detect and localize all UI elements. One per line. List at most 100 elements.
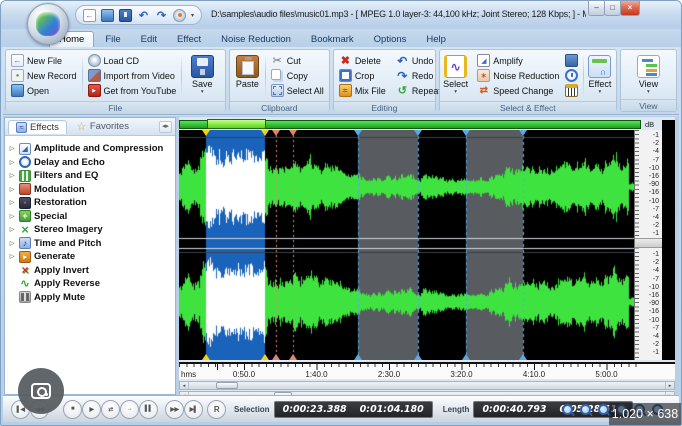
record-button[interactable]: R xyxy=(207,400,226,419)
marker-handle-icon[interactable] xyxy=(272,354,280,360)
zoom-selection-icon[interactable] xyxy=(598,404,609,415)
maximize-button[interactable]: □ xyxy=(604,1,621,16)
tree-item-modulation[interactable]: ▷Modulation xyxy=(8,183,174,197)
application-menu-button[interactable] xyxy=(27,3,69,45)
tab-noise-reduction[interactable]: Noise Reduction xyxy=(212,32,300,47)
close-button[interactable]: × xyxy=(620,1,640,16)
pause-button[interactable]: ▌▌ xyxy=(139,400,158,419)
tree-item-amplitude[interactable]: ▷Amplitude and Compression xyxy=(8,142,174,156)
marker-handle-icon[interactable] xyxy=(289,130,297,136)
crop-button[interactable]: Crop xyxy=(337,68,388,83)
region-edge-handle-icon[interactable] xyxy=(462,130,470,136)
play-button[interactable]: ▶ xyxy=(82,400,101,419)
qat-redo-icon[interactable] xyxy=(155,9,168,22)
qat-open-icon[interactable] xyxy=(101,9,114,22)
selection-start-handle-icon[interactable] xyxy=(202,354,210,360)
tab-options[interactable]: Options xyxy=(365,32,416,47)
selection-start-handle-icon[interactable] xyxy=(202,130,210,136)
redo-button[interactable]: Redo xyxy=(394,68,443,83)
expand-arrow-icon[interactable]: ▷ xyxy=(8,159,16,166)
qat-burn-icon[interactable] xyxy=(173,9,186,22)
qat-save-icon[interactable] xyxy=(119,9,132,22)
paste-button[interactable]: Paste xyxy=(233,52,262,99)
go-to-end-button[interactable]: ▶▌ xyxy=(184,400,203,419)
tab-help[interactable]: Help xyxy=(417,32,455,47)
tab-effects[interactable]: Effects xyxy=(8,120,67,134)
timer-tool-button[interactable] xyxy=(563,68,580,83)
save-button[interactable]: Save ▾ xyxy=(185,52,219,99)
region-edge-handle-icon[interactable] xyxy=(462,354,470,360)
new-record-button[interactable]: New Record xyxy=(9,68,79,83)
marker-handle-icon[interactable] xyxy=(289,354,297,360)
stop-button[interactable]: ■ xyxy=(63,400,82,419)
tab-favorites[interactable]: Favorites xyxy=(69,120,136,133)
undo-button[interactable]: Undo xyxy=(394,53,443,68)
tab-file[interactable]: File xyxy=(96,32,129,47)
tree-item-time-pitch[interactable]: ▷Time and Pitch xyxy=(8,237,174,251)
cut-button[interactable]: Cut xyxy=(269,53,326,68)
tree-item-stereo[interactable]: ▷Stereo Imagery xyxy=(8,223,174,237)
copy-button[interactable]: Copy xyxy=(269,68,326,83)
expand-arrow-icon[interactable]: ▷ xyxy=(8,186,16,193)
timeline-ruler[interactable]: hms 0:50.01:40.02:30.03:20.04:10.05:00.0 xyxy=(179,362,675,379)
amplify-button[interactable]: Amplify xyxy=(475,53,561,68)
effect-button[interactable]: Effect ▾ xyxy=(587,52,613,99)
device-tool-button[interactable] xyxy=(563,53,580,68)
waveform-canvas[interactable] xyxy=(179,130,634,360)
play-selection-button[interactable]: → xyxy=(120,400,139,419)
overview-selection[interactable] xyxy=(207,119,266,129)
delete-button[interactable]: Delete xyxy=(337,53,388,68)
tree-item-apply-reverse[interactable]: Apply Reverse xyxy=(8,277,174,291)
tree-item-filters[interactable]: ▷Filters and EQ xyxy=(8,169,174,183)
tree-item-apply-invert[interactable]: Apply Invert xyxy=(8,264,174,278)
expand-arrow-icon[interactable]: ▷ xyxy=(8,240,16,247)
tree-item-generate[interactable]: ▷Generate xyxy=(8,250,174,264)
region-edge-handle-icon[interactable] xyxy=(519,354,527,360)
tree-item-special[interactable]: ▷Special xyxy=(8,210,174,224)
overview-strip[interactable] xyxy=(179,120,641,129)
noise-reduction-button[interactable]: Noise Reduction xyxy=(475,68,561,83)
repeat-button[interactable]: Repeat xyxy=(394,83,443,98)
view-button[interactable]: View ▾ xyxy=(631,52,665,97)
region-edge-handle-icon[interactable] xyxy=(414,130,422,136)
tree-item-restoration[interactable]: ▷Restoration xyxy=(8,196,174,210)
minimize-button[interactable]: – xyxy=(588,1,605,16)
scroll-right-icon[interactable]: ▸ xyxy=(665,382,674,389)
zoom-in-icon[interactable] xyxy=(562,404,573,415)
expand-arrow-icon[interactable]: ▷ xyxy=(8,253,16,260)
get-from-youtube-button[interactable]: Get from YouTube xyxy=(86,83,179,98)
selection-end-handle-icon[interactable] xyxy=(261,354,269,360)
tab-bookmark[interactable]: Bookmark xyxy=(302,32,363,47)
panel-nav-arrows-icon[interactable]: ◂▸ xyxy=(159,121,172,133)
qat-dropdown-icon[interactable]: ▾ xyxy=(191,12,194,19)
zoom-out-icon[interactable] xyxy=(580,404,591,415)
region-edge-handle-icon[interactable] xyxy=(354,130,362,136)
qat-undo-icon[interactable] xyxy=(137,9,150,22)
speed-change-button[interactable]: Speed Change xyxy=(475,83,561,98)
region-edge-handle-icon[interactable] xyxy=(519,130,527,136)
scroll-left-icon[interactable]: ◂ xyxy=(180,382,189,389)
horizontal-scrollbar-1[interactable]: ◂ ▸ xyxy=(179,381,675,390)
expand-arrow-icon[interactable]: ▷ xyxy=(8,213,16,220)
open-button[interactable]: Open xyxy=(9,83,79,98)
region-edge-handle-icon[interactable] xyxy=(354,354,362,360)
expand-arrow-icon[interactable]: ▷ xyxy=(8,226,16,233)
tab-edit[interactable]: Edit xyxy=(132,32,166,47)
tree-item-apply-mute[interactable]: Apply Mute xyxy=(8,291,174,305)
select-all-button[interactable]: Select All xyxy=(269,83,326,98)
expand-arrow-icon[interactable]: ▷ xyxy=(8,199,16,206)
tree-item-delay[interactable]: ▷Delay and Echo xyxy=(8,156,174,170)
mix-file-button[interactable]: Mix File xyxy=(337,83,388,98)
import-from-video-button[interactable]: Import from Video xyxy=(86,68,179,83)
qat-new-icon[interactable] xyxy=(83,9,96,22)
google-lens-icon[interactable] xyxy=(18,368,64,414)
loop-button[interactable]: ⇄ xyxy=(101,400,120,419)
new-file-button[interactable]: New File xyxy=(9,53,79,68)
keys-tool-button[interactable] xyxy=(563,83,580,98)
select-button[interactable]: Select ▾ xyxy=(443,52,469,99)
selection-end-handle-icon[interactable] xyxy=(261,130,269,136)
expand-arrow-icon[interactable]: ▷ xyxy=(8,145,16,152)
tab-effect[interactable]: Effect xyxy=(168,32,210,47)
marker-handle-icon[interactable] xyxy=(272,130,280,136)
scrollbar-thumb[interactable] xyxy=(216,382,238,389)
